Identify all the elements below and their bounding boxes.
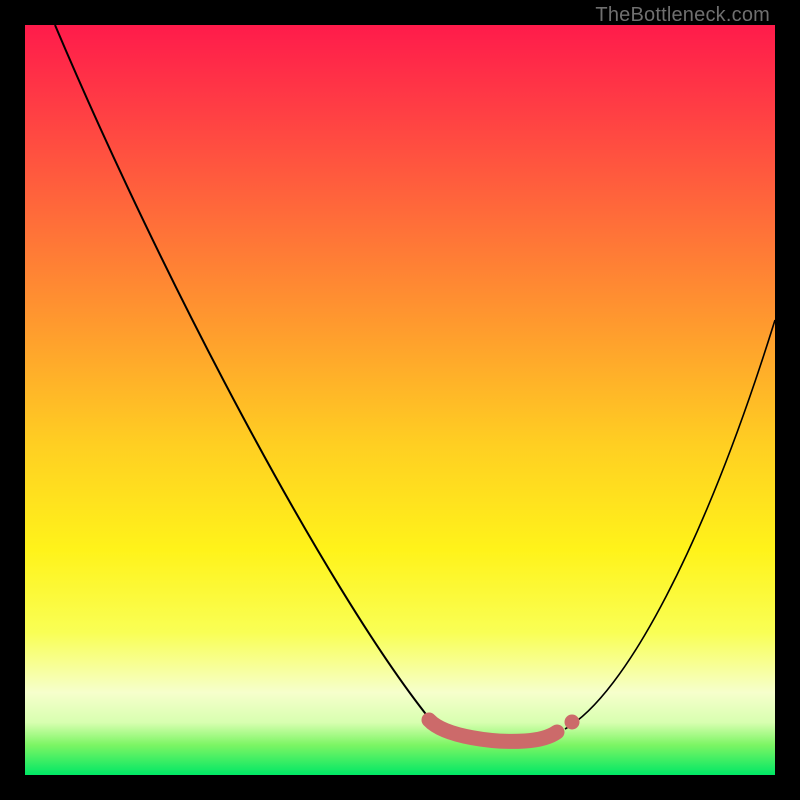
trough-end-dot	[565, 715, 580, 730]
watermark-text: TheBottleneck.com	[595, 4, 770, 27]
curve-trough-band	[429, 720, 557, 741]
chart-plot-area	[25, 25, 775, 775]
curve-left-branch	[55, 25, 455, 732]
chart-svg	[25, 25, 775, 775]
curve-right-branch	[565, 320, 775, 729]
